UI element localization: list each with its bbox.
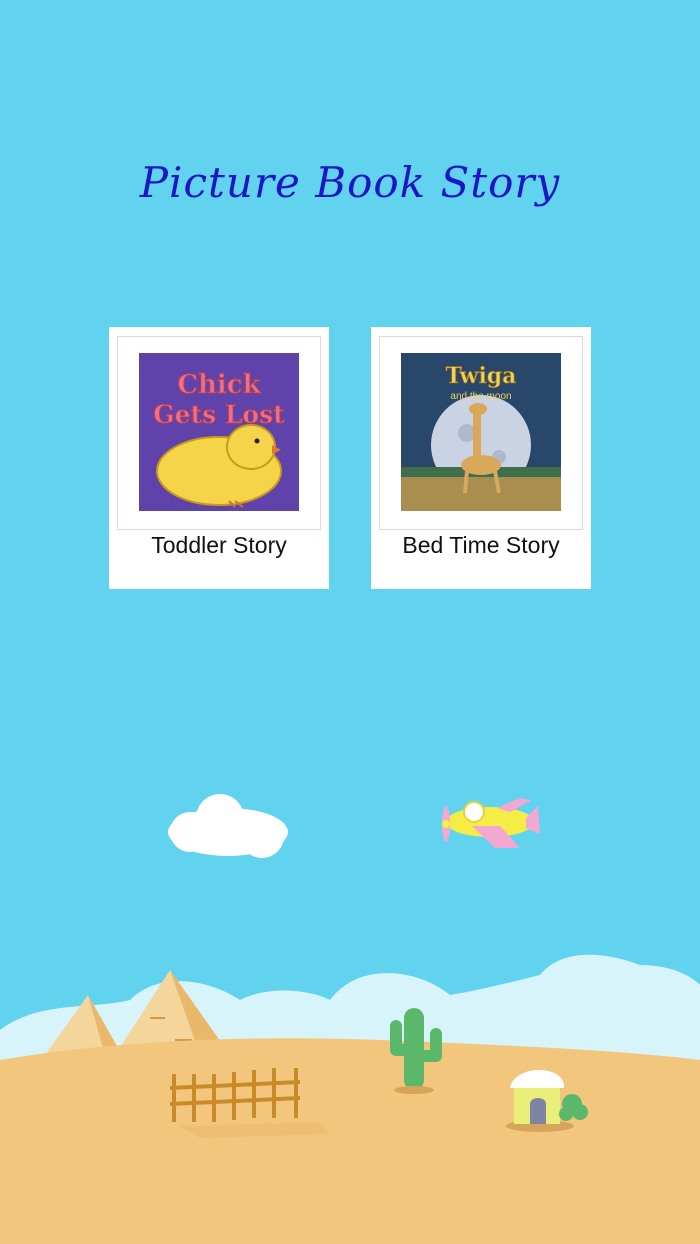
hut-icon <box>506 1070 574 1132</box>
horizon-clouds <box>0 954 700 1070</box>
book-label-bed-time-story: Bed Time Story <box>402 532 560 558</box>
airplane-icon <box>442 798 540 848</box>
chick-book-cover: Chick Gets Lost <box>139 353 299 511</box>
app-title: Picture Book Story <box>139 158 561 207</box>
fence-icon <box>169 1068 301 1122</box>
book-label-toddler-story: Toddler Story <box>151 532 287 558</box>
cover-title-line1: Chick <box>177 370 261 400</box>
cactus-icon <box>390 1008 442 1094</box>
cloud-icon <box>168 794 288 858</box>
pyramid-icon <box>45 970 230 1055</box>
book-card-bed-time-story[interactable]: Twiga and the moon Bed Time Story <box>371 327 591 589</box>
book-card-toddler-story[interactable]: Chick Gets Lost Toddler Story <box>109 327 329 589</box>
cover-title-line2: and the moon <box>450 391 511 402</box>
bush-icon <box>559 1094 588 1121</box>
cover-title-line1: Twiga <box>446 363 517 389</box>
book-cover-frame: Twiga and the moon <box>379 336 583 530</box>
book-cover-frame: Chick Gets Lost <box>117 336 321 530</box>
twiga-book-cover: Twiga and the moon <box>401 353 561 511</box>
cover-title-line2: Gets Lost <box>153 400 285 429</box>
